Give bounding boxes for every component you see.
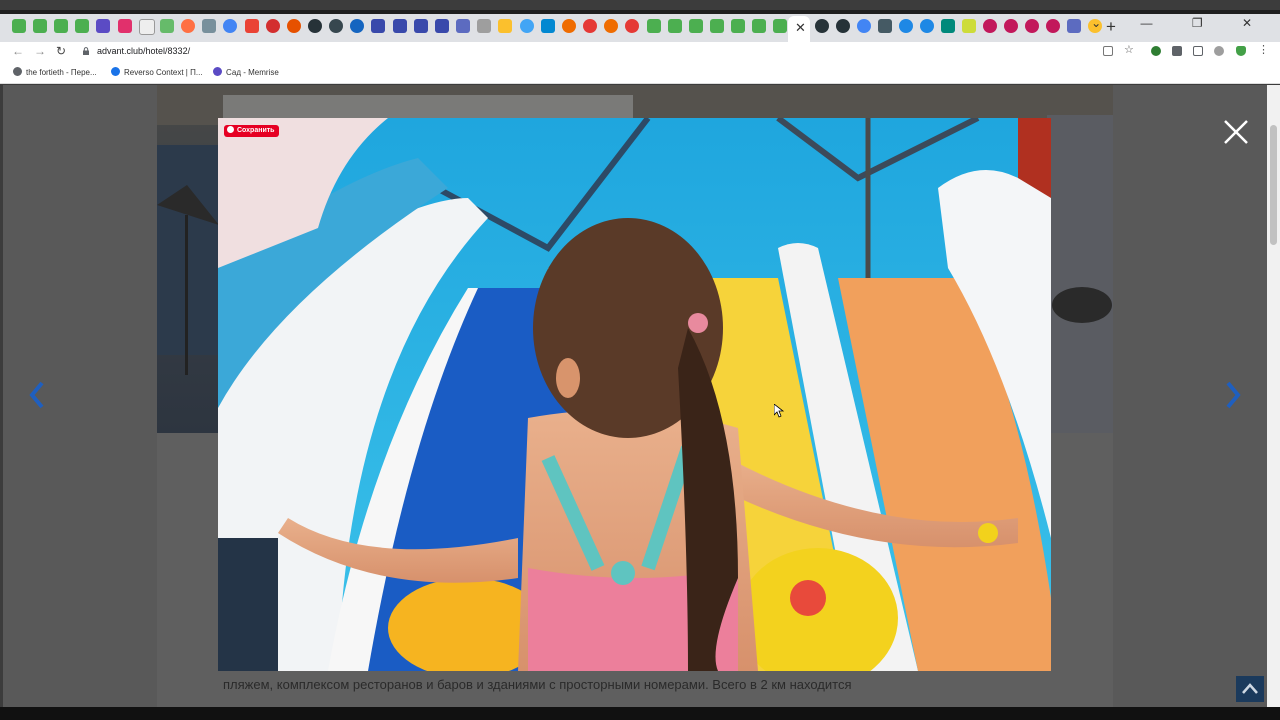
tab-icon[interactable] — [962, 19, 976, 33]
tab-icon[interactable] — [878, 19, 892, 33]
window-controls[interactable]: ⌄ — ❐ ✕ — [1091, 16, 1270, 30]
tab-icon[interactable] — [12, 19, 26, 33]
girl-on-waterslide-photo — [218, 118, 1051, 671]
menu-kebab-icon[interactable]: ⋮ — [1258, 43, 1269, 56]
tab-icon[interactable] — [520, 19, 534, 33]
lock-icon[interactable] — [82, 47, 90, 55]
extensions-puzzle-icon[interactable] — [1172, 46, 1182, 56]
tab-icon[interactable] — [245, 19, 259, 33]
shield-extension-icon[interactable] — [1151, 46, 1161, 56]
close-icon[interactable] — [1222, 118, 1250, 146]
bookmark-item[interactable]: Reverso Context | П... — [111, 67, 203, 77]
tab-icon[interactable] — [350, 19, 364, 33]
tab-icon[interactable] — [96, 19, 110, 33]
tab-close-icon[interactable]: ✕ — [795, 20, 806, 36]
tab-icon[interactable] — [414, 19, 428, 33]
tab-icon[interactable] — [647, 19, 661, 33]
tab-icon[interactable] — [583, 19, 597, 33]
tab-icon[interactable] — [1046, 19, 1060, 33]
tab-icon[interactable] — [139, 19, 155, 35]
side-panel-icon[interactable] — [1193, 46, 1203, 56]
screen: ✕ + ⌄ — ❐ ✕ ← → ↻ advant.club/hotel/8332… — [0, 0, 1280, 720]
share-icon[interactable] — [1103, 46, 1113, 56]
tab-icon[interactable] — [160, 19, 174, 33]
tab-icon[interactable] — [202, 19, 216, 33]
bookmark-star-icon[interactable]: ☆ — [1124, 43, 1134, 56]
bookmark-favicon-icon — [111, 67, 120, 76]
tab-icon[interactable] — [562, 19, 576, 33]
profile-avatar-icon[interactable] — [1214, 46, 1224, 56]
tab-icon[interactable] — [815, 19, 829, 33]
tab-icon[interactable] — [75, 19, 89, 33]
tab-icon[interactable] — [752, 19, 766, 33]
forward-arrow-icon[interactable]: → — [34, 44, 46, 58]
video-bottom-bar — [0, 707, 1280, 720]
tab-icon[interactable] — [731, 19, 745, 33]
chevron-right-icon[interactable] — [1224, 380, 1242, 410]
tab-icon[interactable] — [668, 19, 682, 33]
tab-icon[interactable] — [1025, 19, 1039, 33]
tab-icon[interactable] — [836, 19, 850, 33]
back-arrow-icon[interactable]: ← — [12, 44, 24, 58]
address-bar-row: ← → ↻ advant.club/hotel/8332/ ☆ ⋮ — [0, 42, 1280, 62]
tab-icon[interactable] — [287, 19, 301, 33]
tab-icon[interactable] — [899, 19, 913, 33]
chevron-up-icon — [1242, 683, 1258, 694]
pinterest-icon — [227, 126, 234, 133]
tab-icon[interactable] — [1067, 19, 1081, 33]
tab-icon[interactable] — [223, 19, 237, 33]
tab-icon[interactable] — [118, 19, 132, 33]
scroll-to-top-button[interactable] — [1236, 676, 1264, 702]
tab-icon[interactable] — [329, 19, 343, 33]
tab-icon[interactable] — [1004, 19, 1018, 33]
tab-icon[interactable] — [456, 19, 470, 33]
tab-strip: ✕ + ⌄ — ❐ ✕ — [0, 10, 1280, 42]
bookmark-favicon-icon — [213, 67, 222, 76]
tab-icon[interactable] — [604, 19, 618, 33]
security-shield-icon[interactable] — [1236, 46, 1246, 56]
tab-icon[interactable] — [266, 19, 280, 33]
tab-icon[interactable] — [33, 19, 47, 33]
hotel-description-text: пляжем, комплексом ресторанов и баров и … — [223, 677, 852, 692]
tab-icon[interactable] — [689, 19, 703, 33]
tab-icon[interactable] — [371, 19, 385, 33]
tab-icon[interactable] — [54, 19, 68, 33]
bookmark-item[interactable]: Сад - Memrise — [213, 67, 279, 77]
mouse-cursor-icon — [774, 404, 784, 418]
tab-icon[interactable] — [393, 19, 407, 33]
tab-icon[interactable] — [498, 19, 512, 33]
reload-icon[interactable]: ↻ — [56, 44, 66, 58]
tab-icon[interactable] — [477, 19, 491, 33]
chevron-left-icon[interactable] — [28, 380, 46, 410]
scrollbar-thumb[interactable] — [1270, 125, 1277, 245]
url-field[interactable]: advant.club/hotel/8332/ — [97, 46, 190, 56]
tab-icon[interactable] — [625, 19, 639, 33]
tab-icon[interactable] — [920, 19, 934, 33]
tab-icon[interactable] — [308, 19, 322, 33]
tab-icon[interactable] — [983, 19, 997, 33]
bookmark-favicon-icon — [13, 67, 22, 76]
page-scrollbar[interactable] — [1267, 85, 1280, 707]
tab-icon[interactable] — [773, 19, 787, 33]
tab-icon[interactable] — [857, 19, 871, 33]
tab-icon[interactable] — [541, 19, 555, 33]
lightbox-photo[interactable] — [218, 118, 1051, 671]
tab-icon[interactable] — [435, 19, 449, 33]
bookmarks-bar: the fortieth - Пере... Reverso Context |… — [0, 62, 1280, 84]
tab-icon[interactable] — [941, 19, 955, 33]
pinterest-save-button[interactable]: Сохранить — [224, 125, 280, 137]
bookmark-item[interactable]: the fortieth - Пере... — [13, 67, 97, 77]
tab-icon[interactable] — [710, 19, 724, 33]
tab-icon[interactable] — [181, 19, 195, 33]
